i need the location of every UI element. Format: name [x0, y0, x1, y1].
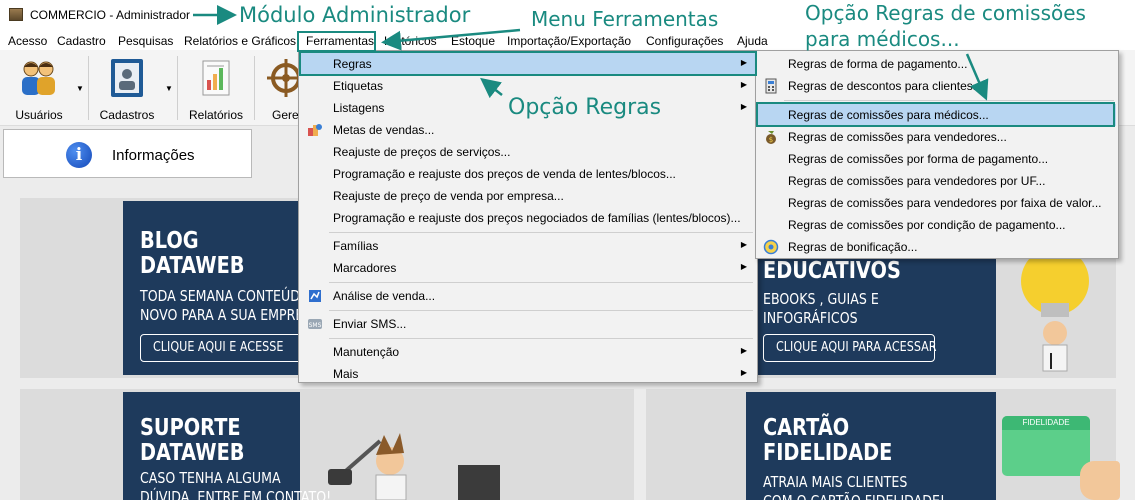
annotation-arrows	[193, 5, 989, 101]
arrow-opcao-comissoes	[965, 53, 989, 101]
arrow-opcao-regras	[480, 77, 503, 99]
arrow-menu-ferramentas	[381, 28, 521, 51]
